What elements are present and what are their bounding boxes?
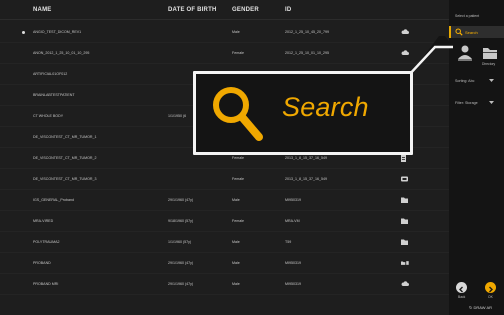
monitor-icon	[401, 176, 409, 183]
patient-dob: 29/1/1960 (47y)	[168, 282, 194, 286]
patient-name: DE_VISCONTEST_CT_MR_TUMOR_3	[33, 177, 97, 181]
column-header-dob[interactable]: DATE OF BIRTH	[168, 7, 217, 13]
patient-name: POLYTRAUMA2	[33, 240, 60, 244]
patient-name: ANON_2012_1_25_10_01_10_295	[33, 51, 90, 55]
patient-name: DE_VISCONTEST_CT_MR_TUMOR_1	[33, 135, 97, 139]
callout-label: Search	[282, 92, 369, 122]
patient-id: MI950319	[285, 261, 301, 265]
patient-gender: Male	[232, 240, 240, 244]
patient-name: ANGIO_TEST_DICOM_REV1	[33, 30, 82, 34]
callout-pointer	[407, 36, 453, 77]
patient-id: MI950319	[285, 198, 301, 202]
table-header: NAME DATE OF BIRTH GENDER ID	[0, 0, 449, 20]
back-label: Back	[458, 295, 466, 299]
patient-id: MI950319	[285, 282, 301, 286]
folder-doc-icon	[401, 260, 409, 267]
draw-all-label[interactable]: ↻ DRAW AR	[469, 305, 492, 310]
patient-id: 2013_1_8_15_37_16_549	[285, 156, 327, 160]
patient-gender: Female	[232, 156, 244, 160]
patient-dob: 29/1/1960 (47y)	[168, 261, 194, 265]
search-callout: Search	[193, 71, 413, 155]
patient-name: PROBAND	[33, 261, 51, 265]
patient-dob: 1/1/1950 (6	[168, 114, 187, 118]
next-label: OK	[488, 295, 493, 299]
back-button[interactable]	[456, 282, 467, 293]
column-header-gender[interactable]: GENDER	[232, 7, 259, 13]
patient-gender: Female	[232, 219, 244, 223]
patient-name: MRA-VIRED	[33, 219, 54, 223]
table-row[interactable]: MRA-VIRED 9/18/1960 (57y) Female MRA-VM	[0, 211, 449, 232]
chevron-down-icon	[489, 101, 494, 104]
patient-name: IGS_GENERAL_Proband	[33, 198, 74, 202]
patient-id: T59	[285, 240, 292, 244]
chevron-down-icon	[489, 79, 494, 82]
table-row[interactable]: PROBAND MRI 29/1/1960 (47y) Male MI950319	[0, 274, 449, 295]
patient-name: CT WHOLE BODY	[33, 114, 64, 118]
patient-dob: 29/1/1960 (47y)	[168, 198, 194, 202]
patient-table: NAME DATE OF BIRTH GENDER ID ANGIO_TEST_…	[0, 0, 449, 315]
table-row[interactable]: ANON_2012_1_25_10_01_10_295 Female 2012_1_…	[0, 43, 449, 64]
selected-indicator	[22, 31, 25, 34]
folder-icon	[401, 218, 409, 225]
patient-gender: Male	[232, 282, 240, 286]
folder-icon	[401, 197, 409, 204]
patient-dob: 1/1/1960 (57y)	[168, 240, 192, 244]
directory-label: Directory	[482, 62, 496, 66]
table-row[interactable]: ANGIO_TEST_DICOM_REV1 Male 2012_1_25_10_45…	[0, 22, 449, 43]
arrow-right-icon	[489, 286, 493, 293]
document-icon	[401, 155, 409, 162]
filter-dropdown[interactable]: Filter: Storage	[455, 98, 497, 107]
patient-id: MRA-VM	[285, 219, 300, 223]
sidebar-search-label: Search	[465, 30, 478, 35]
refresh-icon: ↻	[469, 305, 473, 310]
patient-name: DE_VISCONTEST_CT_MR_TUMOR_2	[33, 156, 97, 160]
patient-gender: Male	[232, 261, 240, 265]
draw-all-text: DRAW AR	[473, 305, 493, 310]
directory-button[interactable]: Directory	[480, 43, 500, 66]
patient-gender: Male	[232, 30, 240, 34]
sorting-dropdown-label: Sorting: Abc	[455, 78, 475, 83]
search-icon	[455, 28, 463, 36]
cloud-icon	[401, 281, 409, 288]
patient-gender: Male	[232, 198, 240, 202]
table-row[interactable]: IGS_GENERAL_Proband 29/1/1960 (47y) Male MI…	[0, 190, 449, 211]
next-button[interactable]	[485, 282, 496, 293]
patient-name: ARTIFICIAL01OF012	[33, 72, 68, 76]
filter-dropdown-label: Filter: Storage	[455, 100, 478, 105]
arrow-left-icon	[459, 286, 463, 293]
column-header-name[interactable]: NAME	[33, 7, 51, 13]
column-header-id[interactable]: ID	[285, 7, 291, 13]
patient-id: 2012_1_25_10_45_20_799	[285, 30, 329, 34]
folder-icon	[483, 48, 497, 59]
patient-name: PROBAND MRI	[33, 282, 59, 286]
patient-id: 2013_1_8_15_37_16_549	[285, 177, 327, 181]
patient-id: 2012_1_25_10_01_10_295	[285, 51, 329, 55]
patient-name: BRAINLABTESTPATIENT	[33, 93, 75, 97]
patient-dob: 9/18/1960 (57y)	[168, 219, 194, 223]
folder-icon	[401, 239, 409, 246]
cloud-icon	[401, 29, 409, 36]
table-row[interactable]: PROBAND 29/1/1960 (47y) Male MI950319	[0, 253, 449, 274]
patient-gender: Female	[232, 177, 244, 181]
patient-gender: Female	[232, 51, 244, 55]
table-row[interactable]: POLYTRAUMA2 1/1/1960 (57y) Male T59	[0, 232, 449, 253]
search-icon	[213, 87, 263, 141]
patient-selection-screen: NAME DATE OF BIRTH GENDER ID ANGIO_TEST_…	[0, 0, 504, 315]
sidebar-title: Select a patient	[455, 14, 480, 18]
table-row[interactable]: DE_VISCONTEST_CT_MR_TUMOR_3 Female 2013_1_…	[0, 169, 449, 190]
